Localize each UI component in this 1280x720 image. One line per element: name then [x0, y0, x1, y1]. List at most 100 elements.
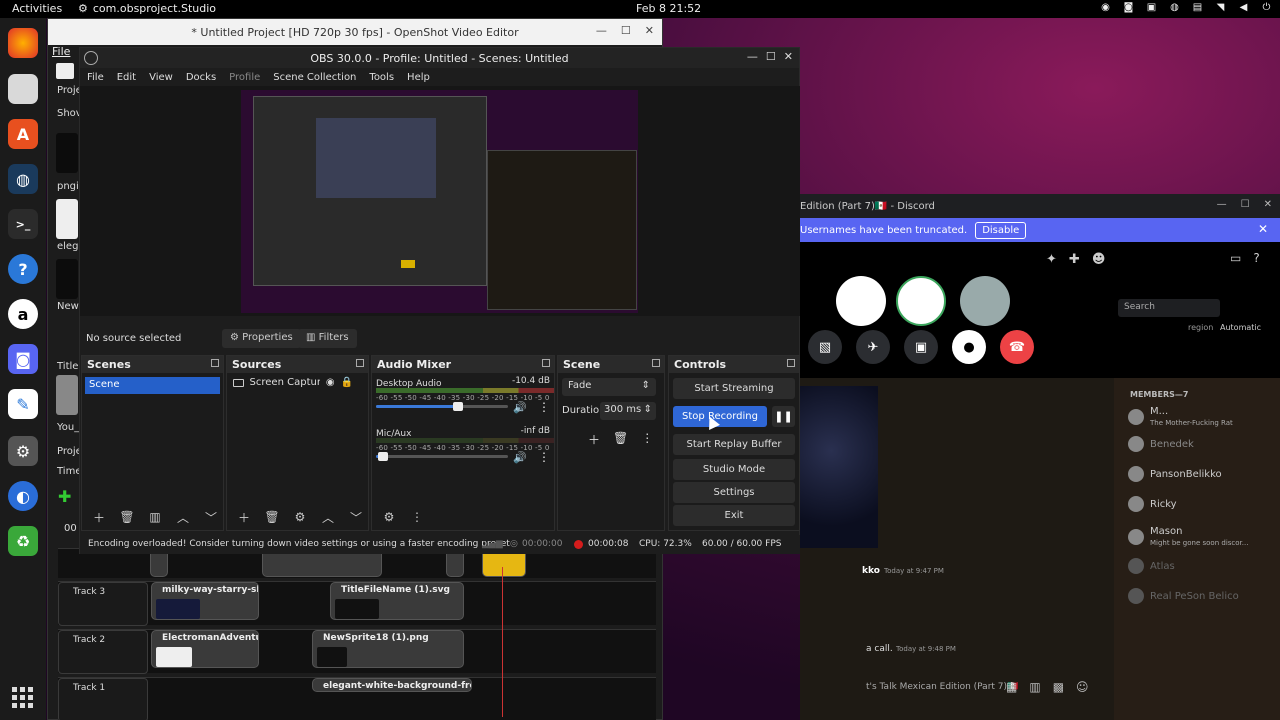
menu-file[interactable]: File	[87, 72, 104, 83]
app-menu[interactable]: ⚙ com.obsproject.Studio	[78, 2, 216, 15]
participant-avatar[interactable]	[896, 276, 946, 326]
microphone-button[interactable]: ●	[952, 330, 986, 364]
member-item[interactable]: PansonBelikko	[1128, 466, 1222, 482]
advanced-audio-icon[interactable]: ⚙	[380, 510, 398, 524]
trash-icon[interactable]: 🗑	[613, 431, 628, 448]
studio-mode-button[interactable]: Studio Mode	[673, 459, 795, 480]
filter-icon[interactable]: ▥	[146, 510, 164, 524]
clip-electroman[interactable]: ElectromanAdventure...	[151, 630, 259, 668]
member-item[interactable]: Benedek	[1128, 436, 1194, 452]
undock-icon[interactable]	[787, 359, 795, 367]
minimize-icon[interactable]: —	[596, 24, 607, 37]
discord-titlebar[interactable]: Edition (Part 7)🇲🇽 - Discord — ☐ ✕	[800, 194, 1280, 218]
activities-button[interactable]: Activities	[12, 2, 62, 15]
member-item[interactable]: Real PeSon Belico	[1128, 588, 1239, 604]
undock-icon[interactable]	[652, 359, 660, 367]
start-streaming-button[interactable]: Start Streaming	[673, 378, 795, 399]
menu-docks[interactable]: Docks	[186, 72, 216, 83]
preview-canvas[interactable]	[80, 86, 800, 316]
openshot-toolbar-icon[interactable]	[56, 63, 74, 79]
activity-button[interactable]: ✈	[856, 330, 890, 364]
close-icon[interactable]: ✕	[784, 50, 793, 63]
menu-edit[interactable]: Edit	[117, 72, 136, 83]
move-up-icon[interactable]: ︿	[174, 509, 192, 526]
move-down-icon[interactable]: ﹀	[202, 509, 220, 526]
close-icon[interactable]: ✕	[645, 24, 654, 37]
member-item[interactable]: Atlas	[1128, 558, 1175, 574]
help-icon[interactable]: ?	[8, 254, 38, 284]
volume-slider[interactable]	[376, 402, 508, 411]
steam-tray-icon[interactable]: ◍	[1169, 2, 1180, 14]
clock[interactable]: Feb 8 21:52	[636, 2, 701, 15]
track-label[interactable]: Track 1	[58, 678, 148, 720]
pin-icon[interactable]: ✦	[1046, 252, 1057, 267]
obs-tray-icon[interactable]: ◉	[1100, 2, 1111, 14]
file-thumbnail[interactable]	[56, 375, 78, 415]
add-friend-icon[interactable]: ✚	[1069, 252, 1080, 267]
menu-view[interactable]: View	[149, 72, 173, 83]
help-icon[interactable]: ?	[1253, 251, 1259, 265]
volume-icon[interactable]: ◀	[1238, 2, 1249, 14]
maximize-icon[interactable]: ☐	[621, 24, 631, 37]
member-item[interactable]: Mason Might be gone soon discor...	[1128, 526, 1248, 548]
scene-item[interactable]: Scene	[85, 377, 220, 394]
maximize-icon[interactable]: ☐	[1241, 199, 1250, 210]
add-track-icon[interactable]: ✚	[58, 487, 71, 506]
member-item[interactable]: Ricky	[1128, 496, 1177, 512]
gif-icon[interactable]: ▥	[1029, 680, 1040, 694]
text-editor-icon[interactable]: ✎	[8, 389, 38, 419]
add-icon[interactable]: ＋	[235, 509, 253, 526]
menu-tools[interactable]: Tools	[369, 72, 394, 83]
emoji-icon[interactable]: ☺	[1076, 680, 1089, 694]
close-icon[interactable]: ✕	[1264, 199, 1272, 210]
stream-preview[interactable]	[800, 386, 878, 548]
trash-icon[interactable]: 🗑	[118, 510, 136, 524]
undock-icon[interactable]	[542, 359, 550, 367]
members-icon[interactable]: ☻	[1092, 252, 1106, 267]
power-icon[interactable]: ⏻	[1261, 2, 1272, 14]
track-label[interactable]: Track 3	[58, 582, 148, 626]
duration-input[interactable]: 300 ms ⇕	[600, 402, 656, 420]
close-icon[interactable]: ✕	[1258, 222, 1268, 236]
discord-tray-icon[interactable]: ◙	[1123, 2, 1134, 14]
add-icon[interactable]: ＋	[90, 509, 108, 526]
more-icon[interactable]: ⋮	[538, 400, 550, 414]
clip-milky-way[interactable]: milky-way-starry-sky-n...	[151, 582, 259, 620]
spinner-icon[interactable]: ⇕	[644, 404, 652, 415]
region-select[interactable]: Automatic	[1220, 323, 1261, 332]
gift-icon[interactable]: ▦	[1006, 680, 1017, 694]
maximize-icon[interactable]: ☐	[766, 50, 776, 63]
undock-icon[interactable]	[356, 359, 364, 367]
clip-new-sprite[interactable]: NewSprite18 (1).png	[312, 630, 464, 668]
participant-avatar[interactable]	[836, 276, 886, 326]
pause-recording-button[interactable]: ❚❚	[772, 406, 795, 427]
settings-icon[interactable]: ⚙	[8, 436, 38, 466]
trash-icon[interactable]: ♻	[8, 526, 38, 556]
track-label[interactable]: Track 2	[58, 630, 148, 674]
more-icon[interactable]: ⋮	[408, 510, 426, 524]
openshot-icon[interactable]: ◐	[8, 481, 38, 511]
openshot-titlebar[interactable]: * Untitled Project [HD 720p 30 fps] - Op…	[48, 19, 662, 45]
disable-button[interactable]: Disable	[975, 221, 1027, 239]
properties-button[interactable]: ⚙ Properties	[222, 329, 301, 348]
undock-icon[interactable]	[211, 359, 219, 367]
move-down-icon[interactable]: ﹀	[347, 509, 365, 526]
member-item[interactable]: M... The Mother-Fucking Rat	[1128, 406, 1233, 428]
terminal-icon[interactable]: >_	[8, 209, 38, 239]
more-icon[interactable]: ⋮	[538, 450, 550, 464]
firefox-icon[interactable]	[8, 28, 38, 58]
participant-avatar[interactable]	[960, 276, 1010, 326]
steam-icon[interactable]: ◍	[8, 164, 38, 194]
start-replay-buffer-button[interactable]: Start Replay Buffer	[673, 434, 795, 455]
software-icon[interactable]: A	[8, 119, 38, 149]
minimize-icon[interactable]: —	[1217, 199, 1227, 210]
filters-button[interactable]: ▥ Filters	[298, 329, 357, 348]
source-item[interactable]: Screen Capture (Pi ◉ 🔒	[233, 377, 353, 388]
search-input[interactable]: Search	[1118, 299, 1220, 317]
discord-icon[interactable]: ◙	[8, 344, 38, 374]
file-thumbnail[interactable]	[56, 199, 78, 239]
volume-slider[interactable]	[376, 452, 508, 461]
inbox-icon[interactable]: ▭	[1230, 251, 1241, 265]
stop-recording-button[interactable]: Stop Recording	[673, 406, 767, 427]
eye-icon[interactable]: ◉	[326, 377, 335, 388]
